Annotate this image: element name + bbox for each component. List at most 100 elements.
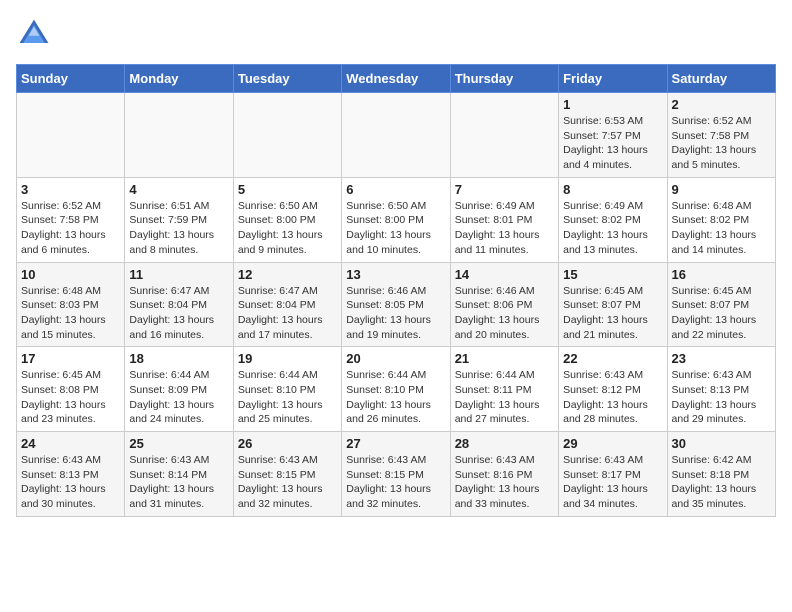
day-number: 1 <box>563 97 662 112</box>
calendar-cell: 2 Sunrise: 6:52 AM Sunset: 7:58 PM Daylig… <box>667 93 775 178</box>
day-info: Sunrise: 6:47 AM Sunset: 8:04 PM Dayligh… <box>238 284 337 343</box>
calendar-cell <box>17 93 125 178</box>
day-number: 12 <box>238 267 337 282</box>
day-info: Sunrise: 6:43 AM Sunset: 8:14 PM Dayligh… <box>129 453 228 512</box>
day-number: 14 <box>455 267 554 282</box>
day-number: 27 <box>346 436 445 451</box>
day-number: 18 <box>129 351 228 366</box>
calendar-cell: 7 Sunrise: 6:49 AM Sunset: 8:01 PM Daylig… <box>450 177 558 262</box>
calendar-cell: 15Sunrise: 6:45 AM Sunset: 8:07 PM Dayli… <box>559 262 667 347</box>
calendar-cell: 26 Sunrise: 6:43 AM Sunset: 8:15 PM Dayli… <box>233 432 341 517</box>
calendar-cell: 14 Sunrise: 6:46 AM Sunset: 8:06 PM Dayli… <box>450 262 558 347</box>
day-info: Sunrise: 6:43 AM Sunset: 8:15 PM Dayligh… <box>346 453 445 512</box>
day-info: Sunrise: 6:43 AM Sunset: 8:16 PM Dayligh… <box>455 453 554 512</box>
day-number: 26 <box>238 436 337 451</box>
day-info: Sunrise: 6:43 AM Sunset: 8:17 PM Dayligh… <box>563 453 662 512</box>
day-info: Sunrise: 6:42 AM Sunset: 8:18 PM Dayligh… <box>672 453 771 512</box>
calendar-cell: 10 Sunrise: 6:48 AM Sunset: 8:03 PM Dayli… <box>17 262 125 347</box>
day-info: Sunrise: 6:45 AM Sunset: 8:07 PM Dayligh… <box>563 284 662 343</box>
day-number: 21 <box>455 351 554 366</box>
day-info: Sunrise: 6:43 AM Sunset: 8:13 PM Dayligh… <box>21 453 120 512</box>
day-number: 23 <box>672 351 771 366</box>
calendar-cell: 25 Sunrise: 6:43 AM Sunset: 8:14 PM Dayli… <box>125 432 233 517</box>
calendar-cell <box>450 93 558 178</box>
day-number: 24 <box>21 436 120 451</box>
day-number: 6 <box>346 182 445 197</box>
day-info: Sunrise: 6:46 AM Sunset: 8:05 PM Dayligh… <box>346 284 445 343</box>
calendar-cell: 18 Sunrise: 6:44 AM Sunset: 8:09 PM Dayli… <box>125 347 233 432</box>
day-info: Sunrise: 6:44 AM Sunset: 8:10 PM Dayligh… <box>346 368 445 427</box>
calendar-row-2: 10 Sunrise: 6:48 AM Sunset: 8:03 PM Dayli… <box>17 262 776 347</box>
day-number: 28 <box>455 436 554 451</box>
day-info: Sunrise: 6:46 AM Sunset: 8:06 PM Dayligh… <box>455 284 554 343</box>
day-info: Sunrise: 6:53 AM Sunset: 7:57 PM Dayligh… <box>563 114 662 173</box>
weekday-header-row: SundayMondayTuesdayWednesdayThursdayFrid… <box>17 65 776 93</box>
calendar-cell: 20 Sunrise: 6:44 AM Sunset: 8:10 PM Dayli… <box>342 347 450 432</box>
day-number: 7 <box>455 182 554 197</box>
day-info: Sunrise: 6:43 AM Sunset: 8:12 PM Dayligh… <box>563 368 662 427</box>
calendar-cell: 21Sunrise: 6:44 AM Sunset: 8:11 PM Dayli… <box>450 347 558 432</box>
weekday-header-wednesday: Wednesday <box>342 65 450 93</box>
day-number: 29 <box>563 436 662 451</box>
day-number: 16 <box>672 267 771 282</box>
day-info: Sunrise: 6:45 AM Sunset: 8:08 PM Dayligh… <box>21 368 120 427</box>
calendar-row-1: 3 Sunrise: 6:52 AM Sunset: 7:58 PM Daylig… <box>17 177 776 262</box>
calendar-cell: 16 Sunrise: 6:45 AM Sunset: 8:07 PM Dayli… <box>667 262 775 347</box>
weekday-header-saturday: Saturday <box>667 65 775 93</box>
calendar-cell: 22 Sunrise: 6:43 AM Sunset: 8:12 PM Dayli… <box>559 347 667 432</box>
day-number: 5 <box>238 182 337 197</box>
calendar-cell: 27 Sunrise: 6:43 AM Sunset: 8:15 PM Dayli… <box>342 432 450 517</box>
day-info: Sunrise: 6:48 AM Sunset: 8:02 PM Dayligh… <box>672 199 771 258</box>
calendar-cell: 5 Sunrise: 6:50 AM Sunset: 8:00 PM Daylig… <box>233 177 341 262</box>
day-info: Sunrise: 6:52 AM Sunset: 7:58 PM Dayligh… <box>672 114 771 173</box>
day-number: 22 <box>563 351 662 366</box>
day-number: 20 <box>346 351 445 366</box>
day-number: 4 <box>129 182 228 197</box>
calendar-cell: 17 Sunrise: 6:45 AM Sunset: 8:08 PM Dayli… <box>17 347 125 432</box>
weekday-header-thursday: Thursday <box>450 65 558 93</box>
day-info: Sunrise: 6:47 AM Sunset: 8:04 PM Dayligh… <box>129 284 228 343</box>
calendar-cell: 23 Sunrise: 6:43 AM Sunset: 8:13 PM Dayli… <box>667 347 775 432</box>
day-number: 2 <box>672 97 771 112</box>
day-number: 25 <box>129 436 228 451</box>
calendar-cell: 13 Sunrise: 6:46 AM Sunset: 8:05 PM Dayli… <box>342 262 450 347</box>
day-number: 13 <box>346 267 445 282</box>
calendar-cell: 24 Sunrise: 6:43 AM Sunset: 8:13 PM Dayli… <box>17 432 125 517</box>
day-number: 17 <box>21 351 120 366</box>
logo-icon <box>16 16 52 52</box>
calendar-row-4: 24 Sunrise: 6:43 AM Sunset: 8:13 PM Dayli… <box>17 432 776 517</box>
day-info: Sunrise: 6:50 AM Sunset: 8:00 PM Dayligh… <box>238 199 337 258</box>
day-number: 10 <box>21 267 120 282</box>
page-header <box>16 16 776 52</box>
calendar-cell <box>342 93 450 178</box>
calendar-cell: 19 Sunrise: 6:44 AM Sunset: 8:10 PM Dayli… <box>233 347 341 432</box>
day-info: Sunrise: 6:49 AM Sunset: 8:01 PM Dayligh… <box>455 199 554 258</box>
calendar-cell <box>233 93 341 178</box>
day-info: Sunrise: 6:44 AM Sunset: 8:09 PM Dayligh… <box>129 368 228 427</box>
calendar-cell: 4 Sunrise: 6:51 AM Sunset: 7:59 PM Daylig… <box>125 177 233 262</box>
day-info: Sunrise: 6:50 AM Sunset: 8:00 PM Dayligh… <box>346 199 445 258</box>
weekday-header-sunday: Sunday <box>17 65 125 93</box>
calendar-cell: 1 Sunrise: 6:53 AM Sunset: 7:57 PM Daylig… <box>559 93 667 178</box>
day-info: Sunrise: 6:48 AM Sunset: 8:03 PM Dayligh… <box>21 284 120 343</box>
day-number: 30 <box>672 436 771 451</box>
calendar-cell <box>125 93 233 178</box>
calendar-cell: 29 Sunrise: 6:43 AM Sunset: 8:17 PM Dayli… <box>559 432 667 517</box>
calendar-cell: 3 Sunrise: 6:52 AM Sunset: 7:58 PM Daylig… <box>17 177 125 262</box>
day-info: Sunrise: 6:49 AM Sunset: 8:02 PM Dayligh… <box>563 199 662 258</box>
day-info: Sunrise: 6:51 AM Sunset: 7:59 PM Dayligh… <box>129 199 228 258</box>
logo <box>16 16 58 52</box>
day-info: Sunrise: 6:43 AM Sunset: 8:13 PM Dayligh… <box>672 368 771 427</box>
calendar-row-0: 1 Sunrise: 6:53 AM Sunset: 7:57 PM Daylig… <box>17 93 776 178</box>
calendar-cell: 28 Sunrise: 6:43 AM Sunset: 8:16 PM Dayli… <box>450 432 558 517</box>
day-info: Sunrise: 6:43 AM Sunset: 8:15 PM Dayligh… <box>238 453 337 512</box>
day-info: Sunrise: 6:44 AM Sunset: 8:10 PM Dayligh… <box>238 368 337 427</box>
calendar-cell: 9Sunrise: 6:48 AM Sunset: 8:02 PM Daylig… <box>667 177 775 262</box>
calendar-cell: 6 Sunrise: 6:50 AM Sunset: 8:00 PM Daylig… <box>342 177 450 262</box>
weekday-header-tuesday: Tuesday <box>233 65 341 93</box>
day-number: 19 <box>238 351 337 366</box>
day-info: Sunrise: 6:52 AM Sunset: 7:58 PM Dayligh… <box>21 199 120 258</box>
day-number: 8 <box>563 182 662 197</box>
day-info: Sunrise: 6:45 AM Sunset: 8:07 PM Dayligh… <box>672 284 771 343</box>
day-number: 3 <box>21 182 120 197</box>
